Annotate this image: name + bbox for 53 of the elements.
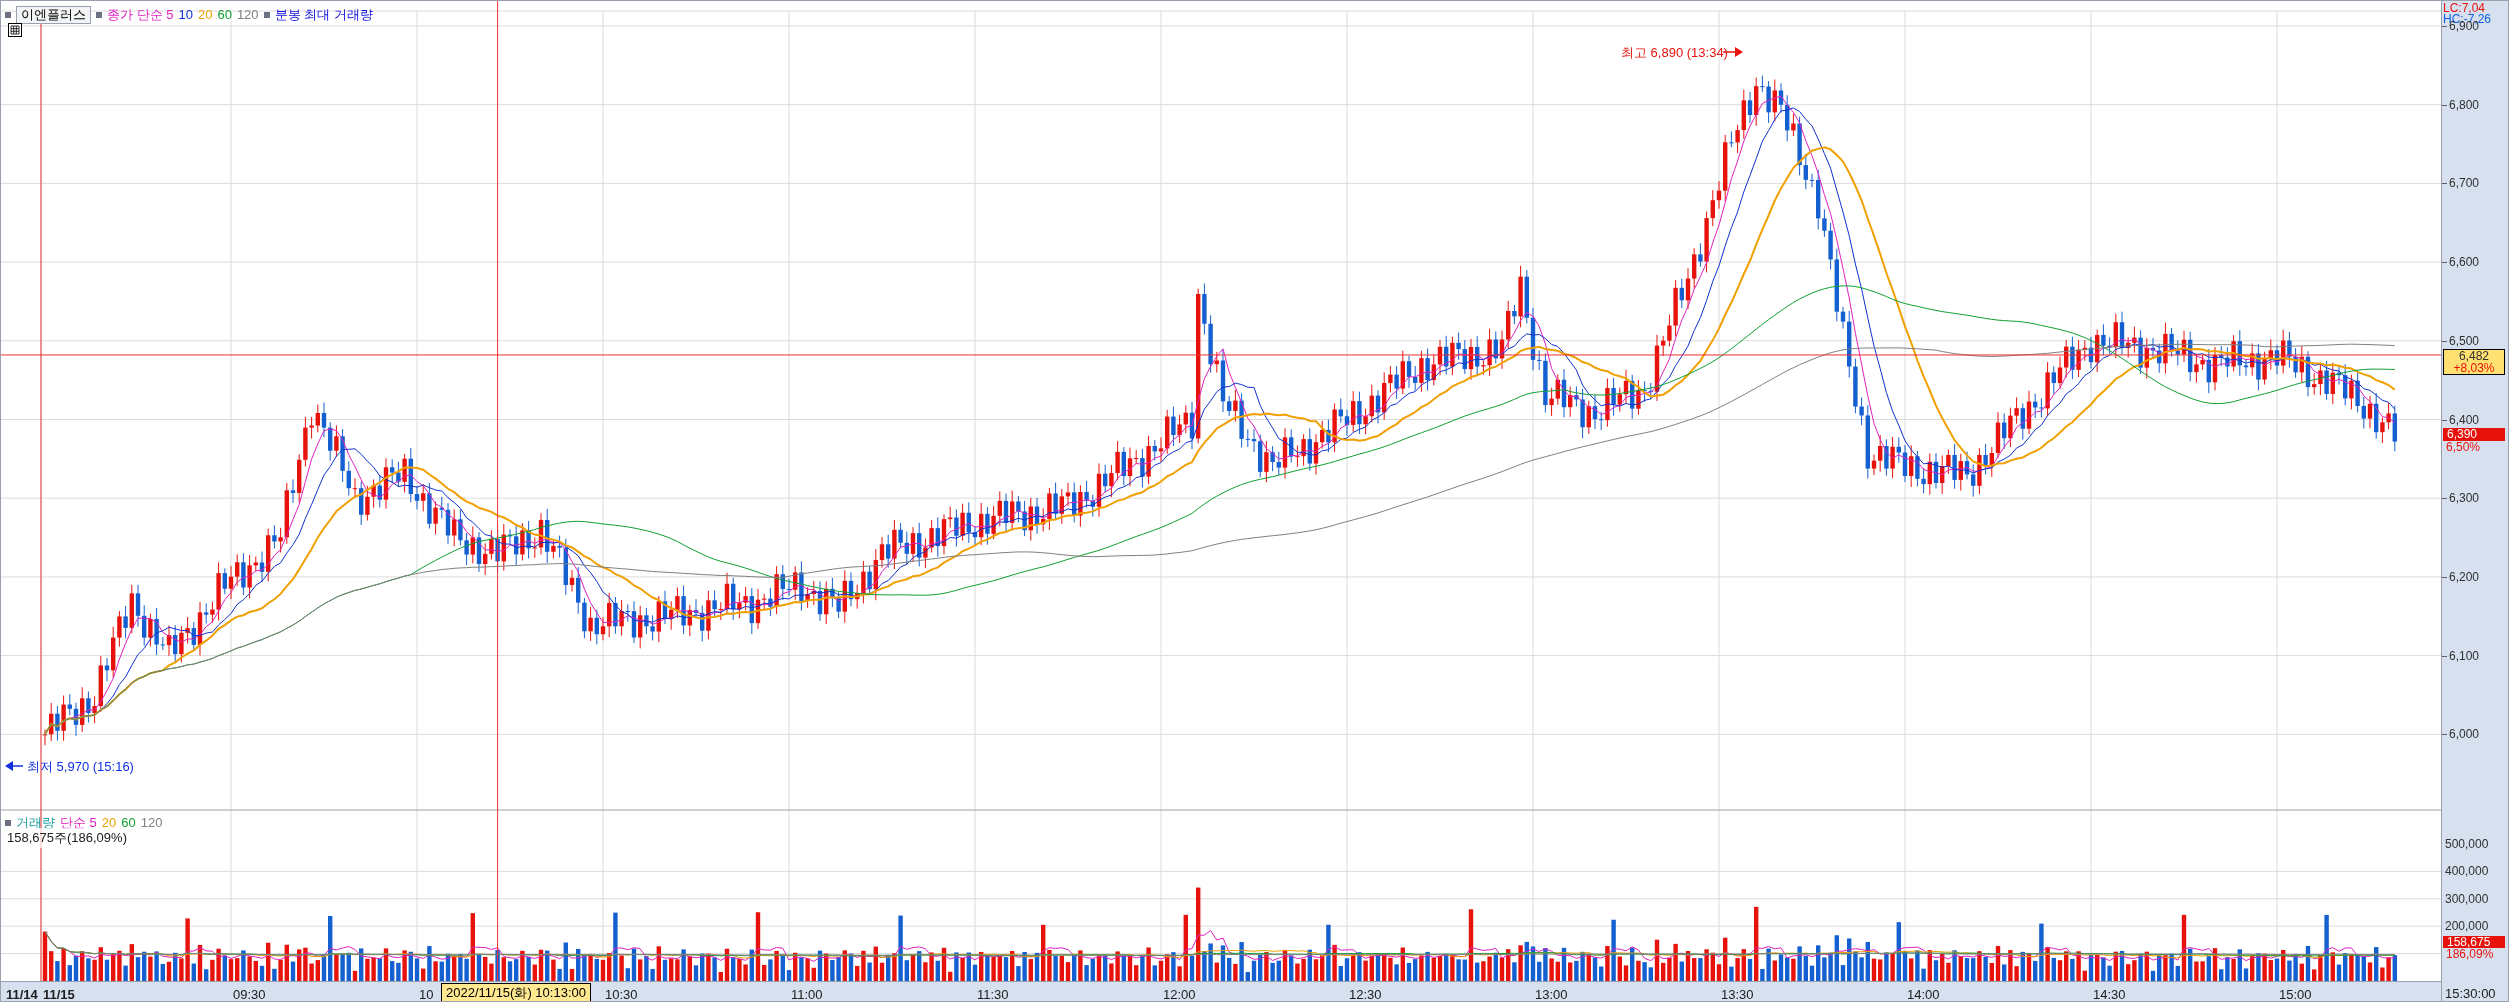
- price-tick-label: 6,000: [2449, 728, 2480, 741]
- price-tick-label: 6,500: [2449, 334, 2480, 347]
- volume-reading: 158,675주(186,09%): [7, 828, 127, 848]
- price-tick-label: 6,600: [2449, 256, 2480, 269]
- time-axis-label: 11:30: [977, 986, 1009, 1001]
- price-tick-label: 6,800: [2449, 98, 2480, 111]
- stock-name-button[interactable]: 이엔플러스: [16, 5, 91, 24]
- legend-label: 60: [217, 6, 232, 24]
- legend-label: 분봉 최대 거래량: [274, 6, 373, 24]
- time-axis-label: 09:30: [233, 986, 266, 1001]
- price-tick-label: 6,400: [2449, 413, 2480, 426]
- time-axis-label: 11/14: [6, 986, 38, 1001]
- current-volume-tag: 158,675: [2443, 935, 2505, 948]
- legend-label: 120: [140, 814, 163, 832]
- bullet-icon: [5, 819, 11, 826]
- crosshair-price: 6,482: [2459, 349, 2489, 362]
- volume-change: 186,09%: [2446, 947, 2494, 960]
- price-tick-label: 6,200: [2449, 570, 2480, 583]
- price-tick-label: 6,300: [2449, 492, 2480, 505]
- price-tick-label: 6,700: [2449, 177, 2480, 190]
- volume-tick-label: 200,000: [2445, 920, 2489, 933]
- volume-tick-label: 500,000: [2445, 838, 2489, 850]
- time-axis-label: 10: [419, 986, 434, 1001]
- bullet-icon: [263, 11, 270, 18]
- time-axis-label: 11:00: [791, 986, 823, 1001]
- legend-label: 20: [197, 6, 213, 24]
- time-axis-label: 14:30: [2093, 986, 2126, 1001]
- time-axis-label: 11/15: [43, 986, 75, 1001]
- time-axis-label: 12:00: [1163, 986, 1196, 1001]
- time-axis-label: 15:00: [2279, 986, 2312, 1001]
- time-axis-label: 13:30: [1721, 986, 1754, 1001]
- time-axis-label: 13:00: [1535, 986, 1568, 1001]
- bullet-icon: [5, 11, 11, 18]
- time-axis-label: 14:00: [1907, 986, 1940, 1001]
- legend-label: 10: [178, 6, 193, 24]
- current-price-tag: 6,390: [2443, 428, 2505, 442]
- volume-tick-label: 300,000: [2445, 892, 2489, 905]
- crosshair-change: +8,03%: [2453, 361, 2495, 374]
- left-arrow-icon: [5, 761, 24, 771]
- price-tick-label: 6,100: [2449, 649, 2480, 662]
- current-change: 6,50%: [2446, 441, 2481, 454]
- lc-value: LC:7,04: [2443, 2, 2486, 14]
- legend-label: 120: [236, 6, 259, 24]
- legend-label: 종가 단순 5: [107, 6, 174, 24]
- bullet-icon: [96, 11, 102, 18]
- high-price-annotation: 최고 6,890 (13:34): [1621, 45, 1728, 60]
- time-axis-label: 10:30: [605, 986, 638, 1001]
- table-icon[interactable]: [8, 23, 22, 37]
- volume-tick-label: 400,000: [2445, 865, 2489, 878]
- crosshair-time-tag: 2022/11/15(화) 10:13:00: [441, 983, 591, 1001]
- low-price-annotation: 최저 5,970 (15:16): [27, 759, 134, 774]
- time-axis-end-label: 15:30:00: [2445, 985, 2496, 1001]
- time-axis-label: 12:30: [1349, 986, 1382, 1001]
